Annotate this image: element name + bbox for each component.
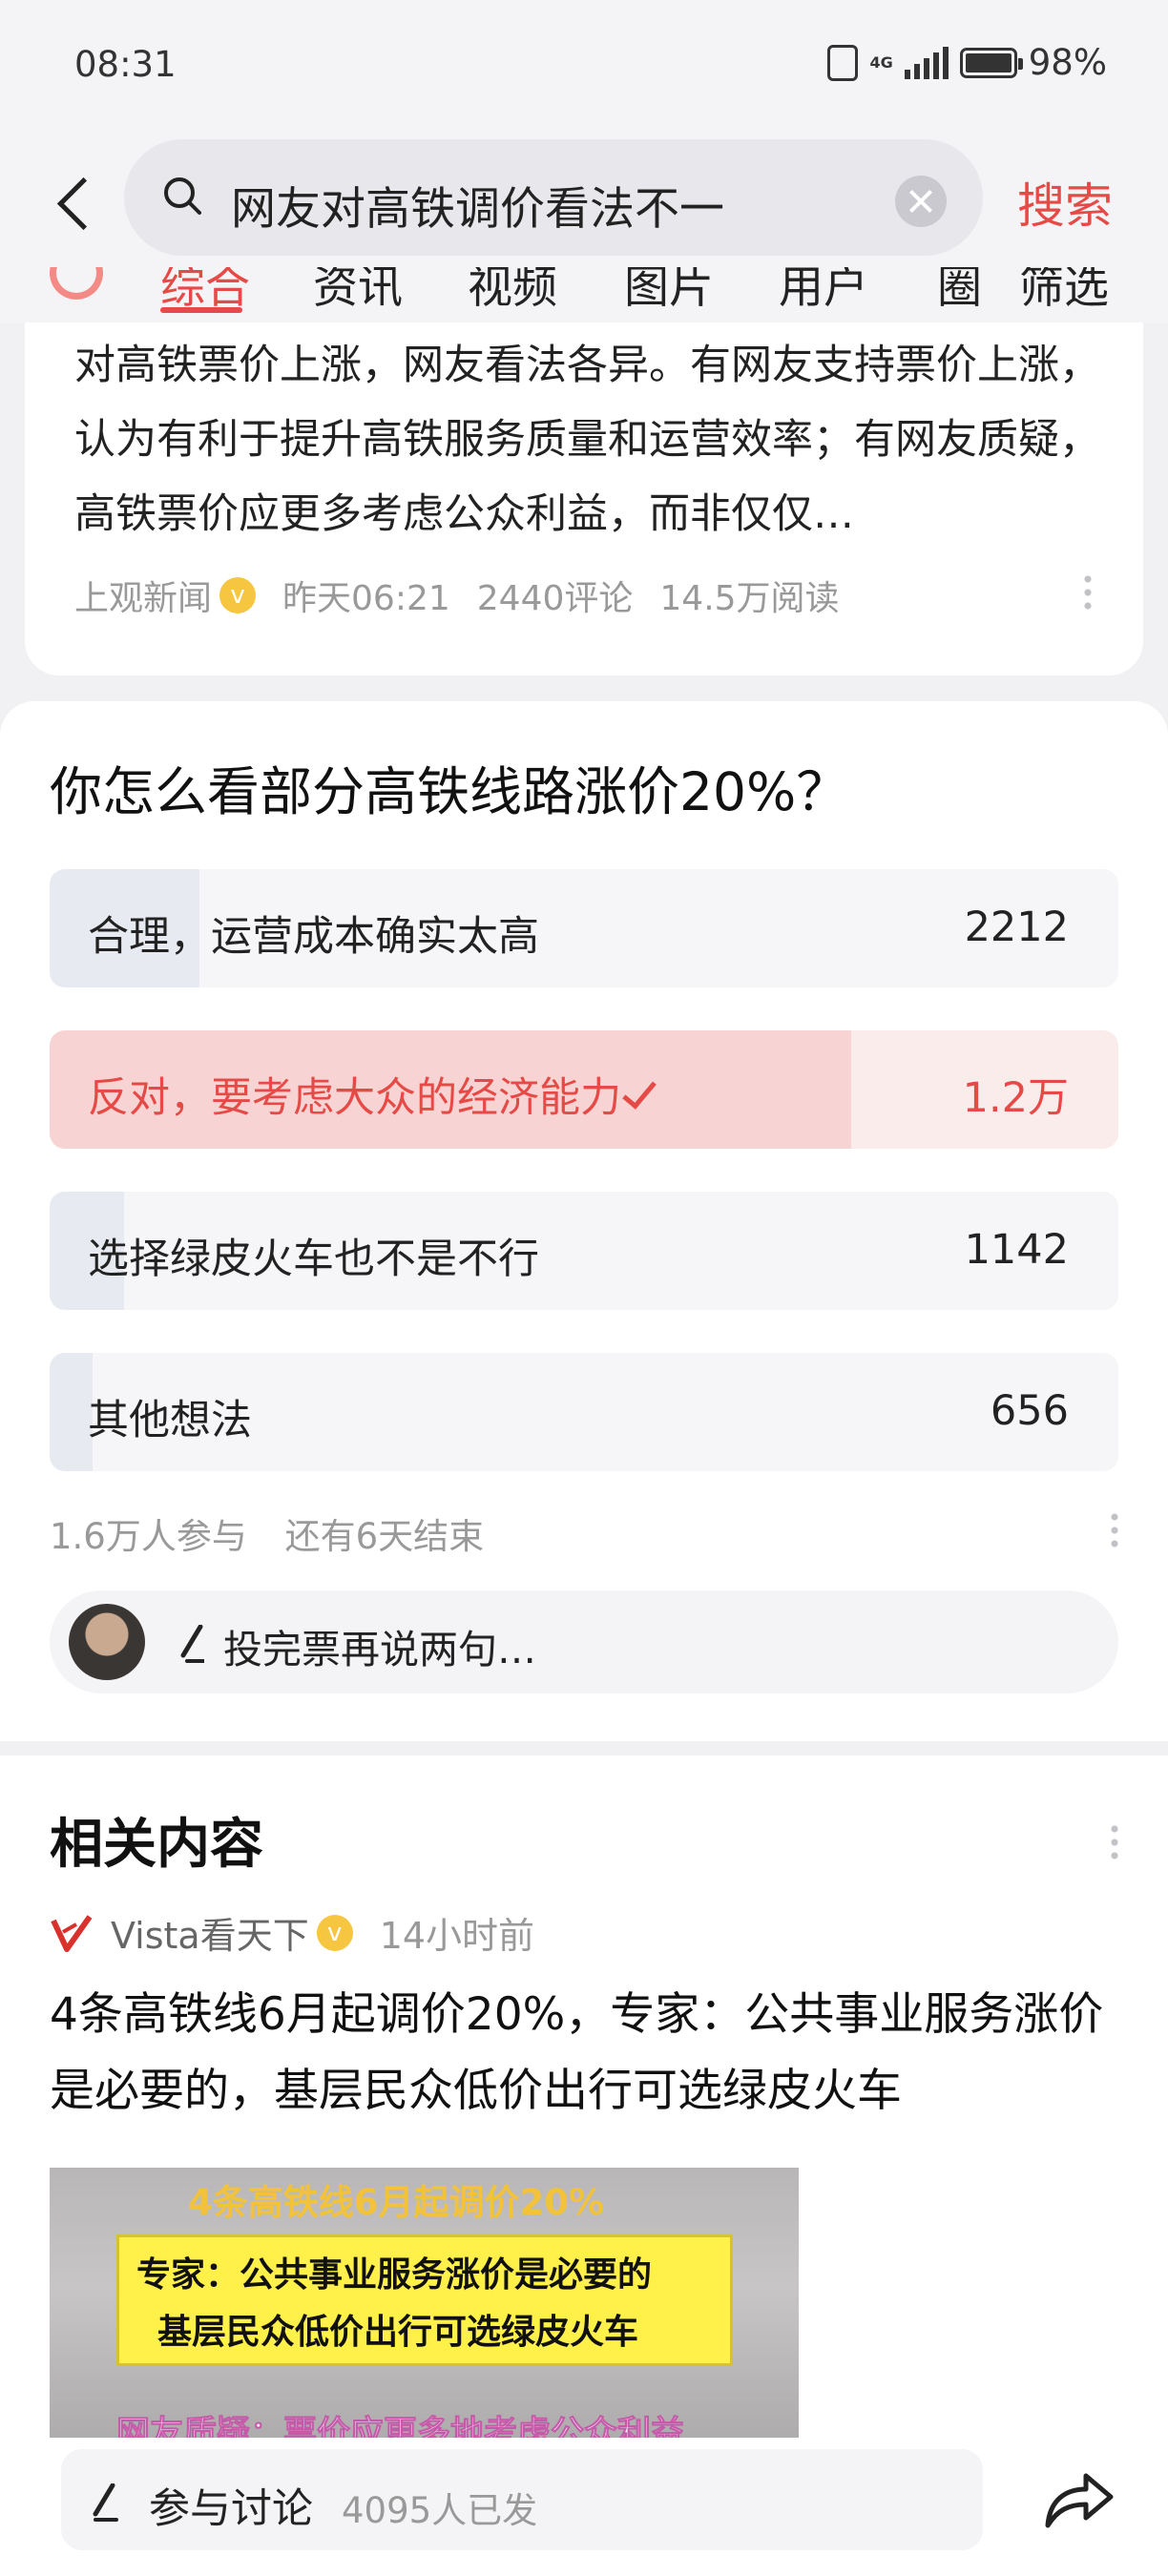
poll-more-icon[interactable] [1111,1510,1118,1550]
search-query: 网友对高铁调价看法不一 [231,183,724,236]
related-source-row[interactable]: Vista看天下 v 14小时前 [50,1906,534,1959]
poll-option-count: 2212 [964,904,1069,951]
poll-option-count: 656 [990,1387,1069,1435]
poll-stats: 1.6万人参与 还有6天结束 [50,1507,511,1559]
tab-active-indicator [160,307,242,313]
battery-level: 98% [1028,42,1107,83]
related-title: 相关内容 [50,1814,263,1876]
poll-participants: 1.6万人参与 [50,1516,247,1557]
thumbnail-caption-line: 基层民众低价出行可选绿皮火车 [157,2313,639,2352]
share-icon[interactable] [1040,2459,1116,2535]
verified-badge-icon: v [316,1914,353,1951]
article-comments: 2440评论 [476,579,634,618]
poll-option[interactable]: 合理，运营成本确实太高 2212 [50,869,1118,987]
signal-icon [904,46,949,79]
discuss-input[interactable]: 参与讨论 4095人已发 [61,2449,983,2550]
search-header: 网友对高铁调价看法不一 搜索 [0,134,1168,267]
thumbnail-caption-top: 4条高铁线6月起调价20% [188,2182,605,2223]
poll-option-label: 合理，运营成本确实太高 [88,913,539,961]
poll-option-label: 其他想法 [88,1397,252,1444]
thumbnail-caption-line: 专家：公共事业服务涨价是必要的 [136,2255,653,2295]
thumbnail-caption-box: 专家：公共事业服务涨价是必要的 基层民众低价出行可选绿皮火车 [116,2234,733,2366]
tab-video[interactable]: 视频 [468,267,557,316]
article-reads: 14.5万阅读 [659,579,840,618]
search-input[interactable]: 网友对高铁调价看法不一 [124,139,983,256]
poll-option[interactable]: 选择绿皮火车也不是不行 1142 [50,1192,1118,1310]
tab-users[interactable]: 用户 [779,267,868,316]
result-tabs: 综合 资讯 视频 图片 用户 圈 筛选 [0,267,1168,322]
poll-option-label: 反对，要考虑大众的经济能力 [88,1065,657,1124]
vibrate-icon [827,44,859,81]
poll-option-count: 1.2万 [962,1074,1069,1122]
verified-badge-icon: v [219,577,257,613]
article-more-icon[interactable] [1084,572,1092,613]
discuss-label: 参与讨论 [149,2485,313,2533]
article-source: 上观新闻 [74,579,213,618]
related-more-icon[interactable] [1111,1822,1118,1862]
status-bar: 08:31 4G 98% [0,0,1168,134]
related-source-name: Vista看天下 [111,1915,309,1957]
related-headline[interactable]: 4条高铁线6月起调价20%，专家：公共事业服务涨价是必要的，基层民众低价出行可选… [50,1977,1118,2129]
comment-placeholder: 投完票再说两句… [223,1627,536,1672]
vista-logo-icon [51,1914,93,1952]
article-card[interactable]: 对高铁票价上涨，网友看法各异。有网友支持票价上涨，认为有利于提升高铁服务质量和运… [25,322,1143,675]
tab-news[interactable]: 资讯 [313,267,403,316]
poll-option-label: 选择绿皮火车也不是不行 [88,1236,539,1283]
poll-option[interactable]: 其他想法 656 [50,1353,1118,1471]
tab-filter[interactable]: 筛选 [1019,267,1109,316]
search-button[interactable]: 搜索 [1017,168,1113,237]
pen-icon [180,1625,204,1663]
status-icons: 4G 98% [827,42,1107,83]
related-time: 14小时前 [379,1915,535,1957]
status-time: 08:31 [74,44,177,85]
avatar [69,1604,145,1680]
battery-icon [959,47,1023,78]
app-logo-icon [50,267,103,300]
pen-icon [93,2483,118,2522]
search-icon [164,177,201,215]
bottom-bar: 参与讨论 4095人已发 [0,2438,1168,2576]
article-meta: 上观新闻 v 昨天06:21 2440评论 14.5万阅读 [74,571,840,620]
poll-card: 你怎么看部分高铁线路涨价20%？ 合理，运营成本确实太高 2212 反对，要考虑… [0,701,1168,1741]
article-time: 昨天06:21 [282,579,450,618]
back-button[interactable] [50,162,107,239]
poll-option-count: 1142 [964,1226,1069,1274]
clear-search-button[interactable] [895,176,947,227]
tab-images[interactable]: 图片 [624,267,714,316]
tab-circle[interactable]: 圈 [937,267,982,316]
poll-option-selected[interactable]: 反对，要考虑大众的经济能力 1.2万 [50,1030,1118,1149]
poll-remaining: 还有6天结束 [284,1516,485,1557]
related-thumbnail[interactable]: 4条高铁线6月起调价20% 专家：公共事业服务涨价是必要的 基层民众低价出行可选… [50,2168,799,2463]
poll-question: 你怎么看部分高铁线路涨价20%？ [50,761,849,822]
network-label: 4G [869,52,893,72]
poll-comment-input[interactable]: 投完票再说两句… [50,1590,1118,1693]
article-snippet: 对高铁票价上涨，网友看法各异。有网友支持票价上涨，认为有利于提升高铁服务质量和运… [74,342,1100,538]
poll-option-bar [50,1353,93,1471]
discuss-count: 4095人已发 [342,2490,538,2531]
